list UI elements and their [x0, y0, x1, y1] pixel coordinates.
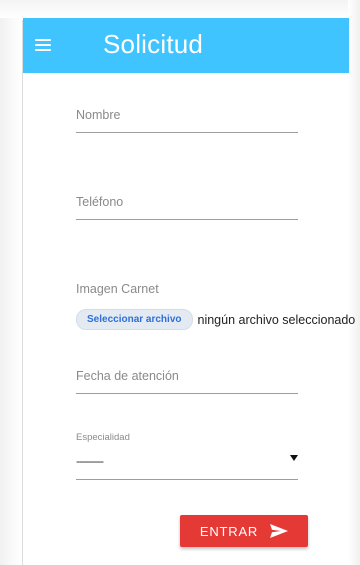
send-icon	[270, 524, 289, 538]
dropdown-arrow-icon[interactable]	[290, 455, 298, 461]
fecha-underline	[76, 393, 298, 394]
especialidad-label: Especialidad	[76, 432, 130, 443]
submit-button[interactable]: ENTRAR	[180, 515, 308, 547]
especialidad-selected-value: ---------	[76, 454, 104, 468]
especialidad-field-group[interactable]: Especialidad ---------	[76, 432, 298, 482]
file-status-text: ningún archivo seleccionado	[197, 312, 356, 327]
nombre-input[interactable]	[76, 108, 298, 130]
left-edge-shadow	[0, 0, 22, 565]
app-bar: Solicitud	[23, 18, 349, 73]
top-edge-shadow	[0, 0, 360, 18]
telefono-input[interactable]	[76, 195, 298, 217]
select-file-button[interactable]: Seleccionar archivo	[76, 309, 193, 330]
nombre-field-group: Nombre	[76, 108, 298, 134]
submit-button-label: ENTRAR	[199, 523, 259, 539]
page-title: Solicitud	[103, 29, 204, 59]
content-border	[22, 20, 23, 565]
hamburger-menu-icon[interactable]	[35, 39, 51, 51]
nombre-underline	[76, 132, 298, 133]
imagen-carnet-field-group: Imagen Carnet	[76, 282, 298, 298]
file-picker-row: Seleccionar archivo ningún archivo selec…	[76, 309, 355, 330]
fecha-field-group: Fecha de atención	[76, 369, 298, 395]
right-edge-shadow	[348, 0, 360, 565]
fecha-input[interactable]	[76, 369, 298, 391]
telefono-underline	[76, 219, 298, 220]
telefono-field-group: Teléfono	[76, 195, 298, 221]
app-screen: Solicitud Nombre Teléfono Imagen Carnet …	[0, 0, 360, 565]
especialidad-underline	[76, 479, 298, 480]
imagen-carnet-label: Imagen Carnet	[76, 282, 159, 296]
